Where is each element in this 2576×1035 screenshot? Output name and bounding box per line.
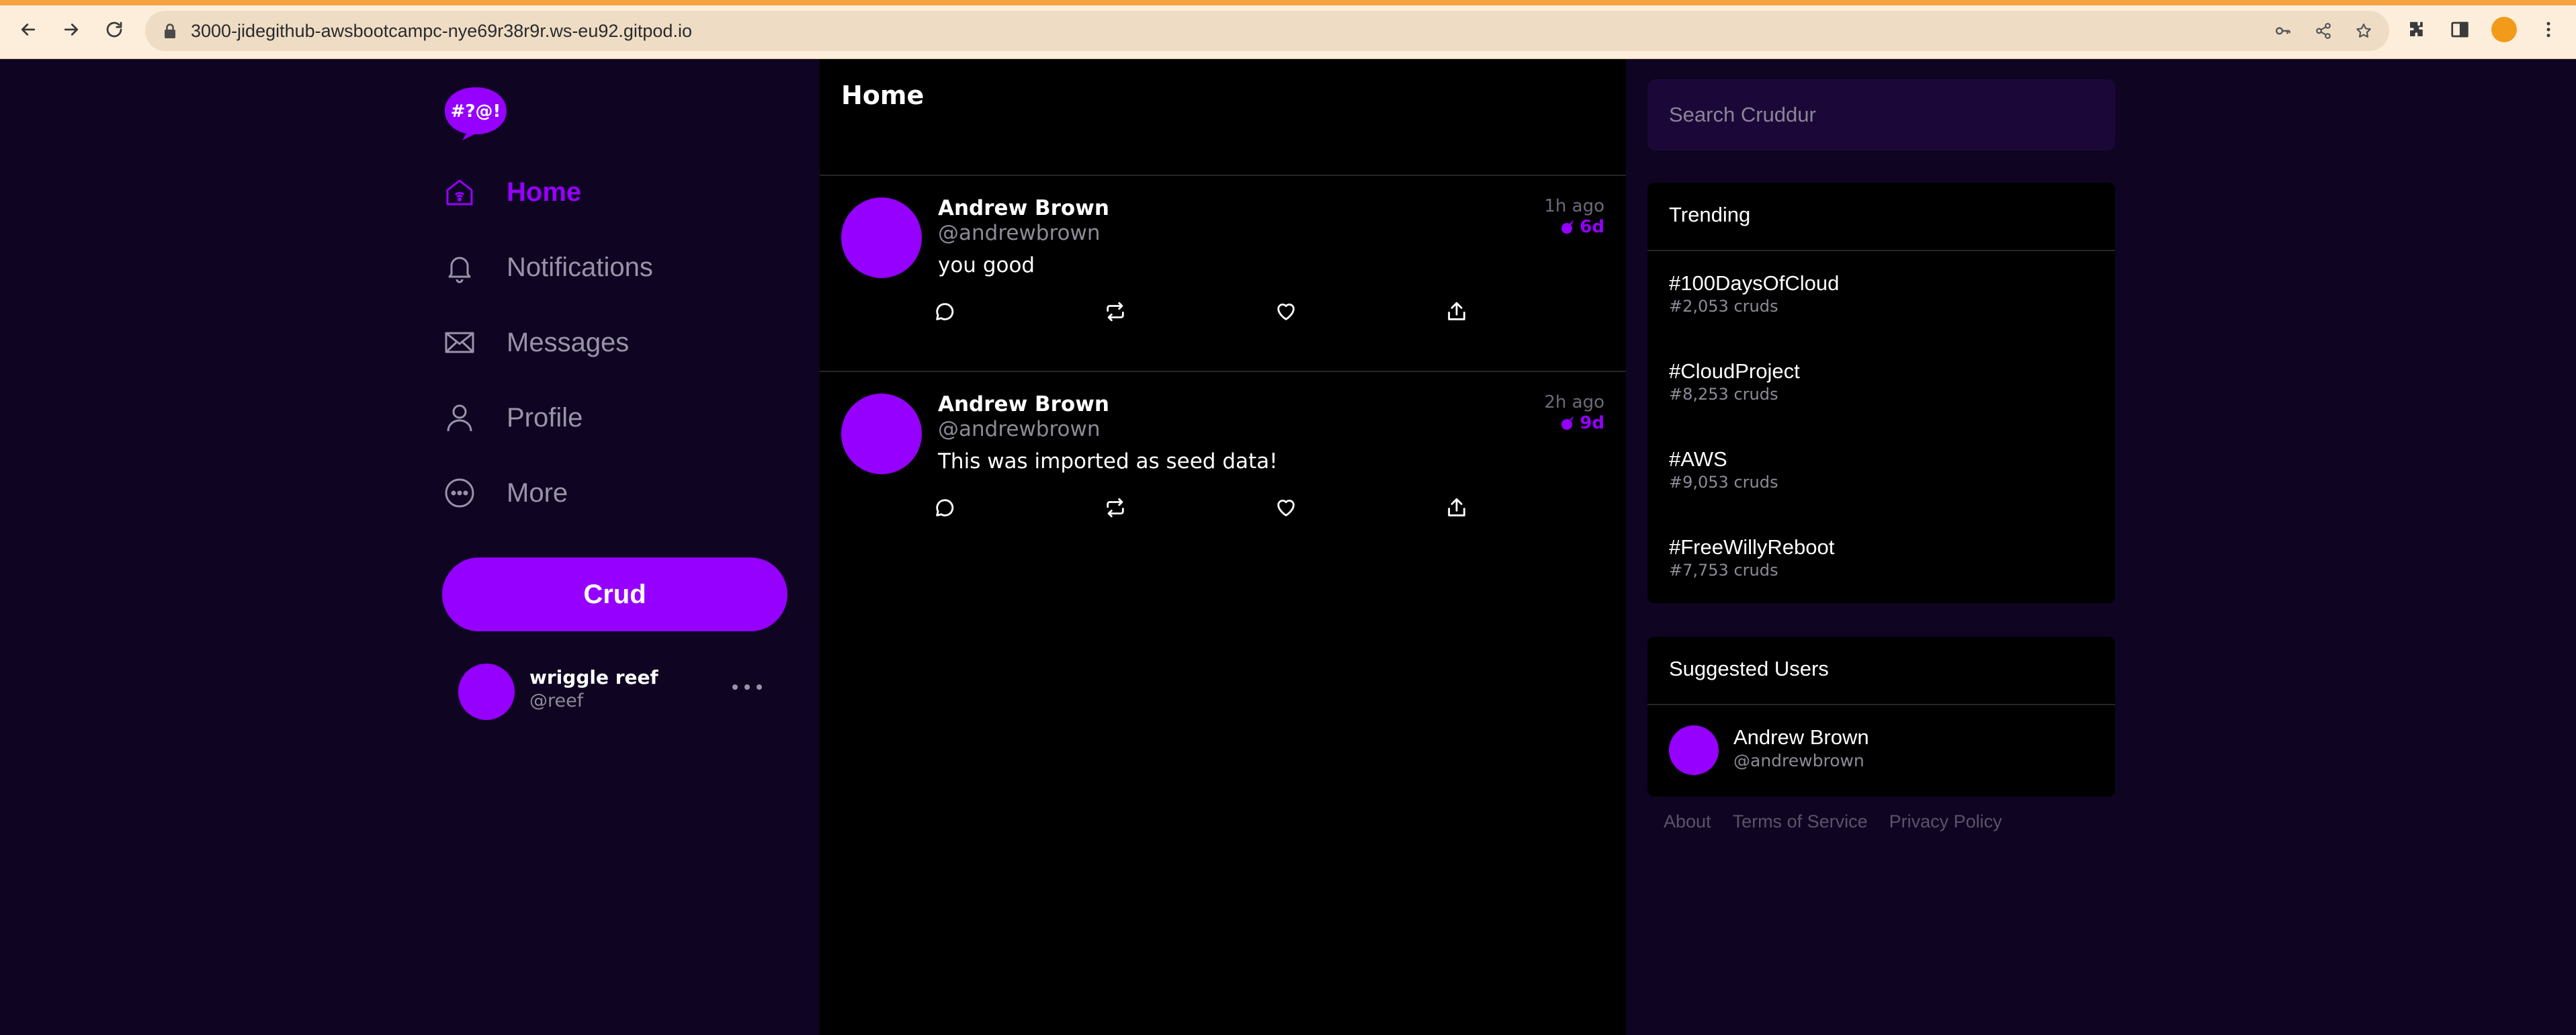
bell-icon	[442, 250, 477, 285]
trending-item[interactable]: #CloudProject #8,253 cruds	[1669, 359, 1800, 404]
trending-item[interactable]: #AWS #9,053 cruds	[1669, 447, 1778, 492]
key-icon[interactable]	[2272, 20, 2294, 42]
post-expiry-text: 9d	[1580, 413, 1604, 433]
suggested-user-handle[interactable]: @andrewbrown	[1733, 751, 1864, 770]
nav-item-home[interactable]: Home	[442, 172, 581, 212]
star-icon[interactable]	[2353, 20, 2374, 42]
trending-tag: #100DaysOfCloud	[1669, 271, 1840, 295]
logo-text: #?@!	[451, 101, 501, 122]
repost-icon[interactable]	[1101, 493, 1130, 523]
post-created-time: 2h ago	[1544, 392, 1604, 412]
post-author-handle[interactable]: @andrewbrown	[938, 417, 1101, 441]
share-post-icon[interactable]	[1442, 493, 1471, 523]
post-expiry: 9d	[1559, 413, 1604, 433]
activity-item[interactable]: Andrew Brown @andrewbrown you good 1h ag…	[820, 176, 1626, 371]
profile-avatar-icon[interactable]	[2491, 17, 2517, 42]
nav-label-messages: Messages	[507, 327, 630, 357]
mail-icon	[442, 325, 477, 360]
nav-label-home: Home	[507, 177, 582, 207]
user-icon	[442, 400, 477, 435]
footer-link-terms[interactable]: Terms of Service	[1733, 811, 1868, 832]
home-feed: Home Andrew Brown @andrewbrown you good …	[820, 59, 1626, 1035]
browser-toolbar: 3000-jidegithub-awsbootcampc-nye69r38r9r…	[0, 0, 2576, 59]
post-created-time: 1h ago	[1544, 196, 1604, 216]
trending-panel: Trending #100DaysOfCloud #2,053 cruds #C…	[1647, 183, 2115, 603]
trending-count: #9,053 cruds	[1669, 473, 1778, 492]
more-options-icon[interactable]	[732, 677, 762, 697]
post-message: you good	[938, 253, 1035, 277]
like-icon[interactable]	[1271, 297, 1301, 326]
page-title: Home	[841, 81, 925, 110]
trending-item[interactable]: #FreeWillyReboot #7,753 cruds	[1669, 535, 1834, 580]
post-author-handle[interactable]: @andrewbrown	[938, 221, 1101, 245]
post-author-name[interactable]: Andrew Brown	[938, 196, 1109, 220]
nav-item-notifications[interactable]: Notifications	[442, 247, 653, 287]
bomb-icon	[1561, 220, 1574, 234]
bomb-icon	[1561, 416, 1574, 430]
footer-link-privacy[interactable]: Privacy Policy	[1889, 811, 2002, 832]
post-expiry-text: 6d	[1580, 217, 1604, 237]
forward-icon[interactable]	[59, 17, 83, 42]
footer-link-about[interactable]: About	[1664, 811, 1711, 832]
trending-count: #7,753 cruds	[1669, 561, 1778, 580]
post-message: This was imported as seed data!	[938, 449, 1278, 474]
current-user-handle: @reef	[529, 690, 584, 711]
reply-icon[interactable]	[930, 297, 959, 326]
repost-icon[interactable]	[1101, 297, 1130, 326]
suggested-user-avatar[interactable]	[1669, 725, 1719, 775]
nav-label-notifications: Notifications	[507, 252, 653, 282]
post-avatar[interactable]	[841, 197, 922, 278]
suggested-divider	[1647, 704, 2115, 705]
crud-button[interactable]: Crud	[442, 557, 787, 631]
address-bar[interactable]: 3000-jidegithub-awsbootcampc-nye69r38r9r…	[145, 11, 2389, 51]
nav-item-profile[interactable]: Profile	[442, 398, 583, 438]
nav-item-messages[interactable]: Messages	[442, 322, 629, 363]
suggested-user-name[interactable]: Andrew Brown	[1733, 725, 1869, 750]
lock-icon	[165, 24, 175, 38]
search-input[interactable]	[1647, 79, 2115, 150]
trending-title: Trending	[1669, 203, 1751, 226]
side-panel-icon[interactable]	[2448, 16, 2471, 43]
trending-tag: #FreeWillyReboot	[1669, 535, 1835, 559]
more-circle-icon	[442, 476, 477, 510]
post-avatar[interactable]	[841, 394, 922, 474]
share-icon[interactable]	[2313, 20, 2334, 42]
footer-links: About Terms of Service Privacy Policy	[1664, 811, 2002, 832]
nav-label-profile: Profile	[507, 402, 583, 433]
cruddur-logo[interactable]: #?@!	[442, 85, 509, 141]
current-user-name: wriggle reef	[529, 666, 658, 688]
extensions-icon[interactable]	[2405, 16, 2428, 43]
trending-tag: #AWS	[1669, 447, 1727, 471]
url-text: 3000-jidegithub-awsbootcampc-nye69r38r9r…	[191, 21, 692, 41]
like-icon[interactable]	[1271, 493, 1301, 523]
left-sidebar: #?@! Home Notifications Messages Profile…	[0, 59, 820, 1035]
trending-tag: #CloudProject	[1669, 359, 1800, 383]
trending-count: #2,053 cruds	[1669, 297, 1778, 316]
reply-icon[interactable]	[930, 493, 959, 523]
post-author-name[interactable]: Andrew Brown	[938, 392, 1109, 416]
trending-count: #8,253 cruds	[1669, 385, 1778, 404]
current-user-avatar[interactable]	[458, 664, 515, 720]
trending-item[interactable]: #100DaysOfCloud #2,053 cruds	[1669, 271, 1839, 316]
post-expiry: 6d	[1559, 217, 1604, 237]
trending-divider	[1647, 250, 2115, 251]
suggested-users-panel: Suggested Users Andrew Brown @andrewbrow…	[1647, 637, 2115, 797]
suggested-users-title: Suggested Users	[1669, 657, 1829, 680]
share-post-icon[interactable]	[1442, 297, 1471, 326]
menu-kebab-icon[interactable]	[2537, 16, 2560, 43]
nav-item-more[interactable]: More	[442, 473, 568, 513]
activity-item[interactable]: Andrew Brown @andrewbrown This was impor…	[820, 372, 1626, 567]
nav-label-more: More	[507, 478, 568, 508]
browser-accent-bar	[0, 0, 2576, 5]
back-icon[interactable]	[16, 17, 40, 42]
home-icon	[442, 175, 477, 210]
reload-icon[interactable]	[102, 17, 126, 42]
